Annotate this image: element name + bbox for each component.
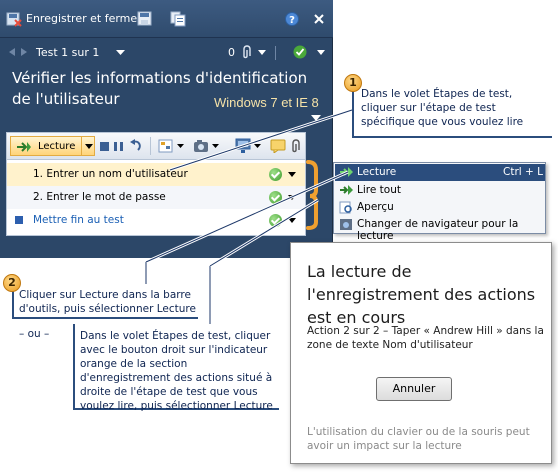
callout-1-text: Dans le volet Étapes de test, cliquer su… — [361, 88, 524, 128]
callout-3-text: Dans le volet Étapes de test, cliquer av… — [80, 330, 273, 412]
callout-number: 1 — [344, 74, 362, 92]
screenshot-stage: Enregistrer et fermer ? Test 1 sur 1 0 V… — [0, 0, 558, 473]
callout-or-separator: – ou – — [19, 328, 50, 340]
callout-2-text: Cliquer sur Lecture dans la barre d'outi… — [19, 289, 196, 315]
